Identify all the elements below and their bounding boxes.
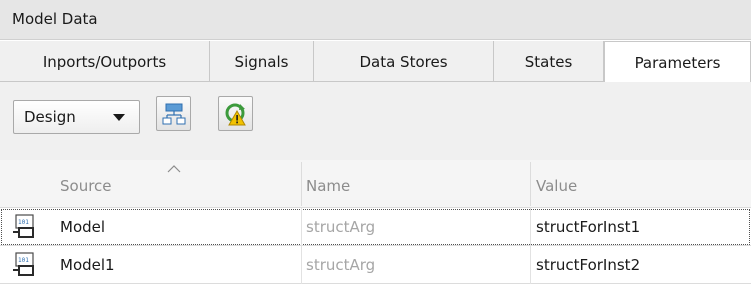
name-cell: structArg bbox=[306, 256, 376, 274]
cell-divider bbox=[301, 208, 302, 246]
cell-divider bbox=[530, 246, 531, 284]
tab-states[interactable]: States bbox=[494, 41, 604, 82]
value-cell[interactable]: structForInst1 bbox=[536, 208, 640, 246]
svg-text:101: 101 bbox=[18, 257, 29, 264]
column-divider[interactable] bbox=[530, 162, 531, 206]
refresh-warning-icon bbox=[225, 103, 246, 126]
window-title: Model Data bbox=[12, 10, 98, 28]
refresh-button[interactable] bbox=[218, 96, 253, 131]
value-cell[interactable]: structForInst2 bbox=[536, 246, 640, 284]
name-cell: structArg bbox=[306, 218, 376, 236]
view-select-value: Design bbox=[24, 108, 76, 126]
view-select-dropdown[interactable]: Design bbox=[13, 100, 140, 134]
column-header-value[interactable]: Value bbox=[536, 160, 577, 208]
column-header-name[interactable]: Name bbox=[306, 160, 350, 208]
sort-ascending-icon[interactable] bbox=[167, 165, 181, 173]
parameters-table: Source Name Value 101 Model structArg st… bbox=[0, 160, 751, 297]
svg-text:101: 101 bbox=[18, 219, 29, 226]
table-row[interactable]: 101 Model1 structArg structForInst2 bbox=[0, 246, 751, 284]
column-divider[interactable] bbox=[301, 162, 302, 206]
model-block-icon: 101 bbox=[13, 214, 34, 238]
hierarchy-button[interactable] bbox=[156, 96, 191, 131]
tab-data-stores[interactable]: Data Stores bbox=[314, 41, 494, 82]
cell-divider bbox=[530, 208, 531, 246]
toolbar: Design bbox=[0, 82, 751, 160]
table-row[interactable]: 101 Model structArg structForInst1 bbox=[0, 208, 751, 246]
column-header-source[interactable]: Source bbox=[60, 160, 112, 208]
tab-signals[interactable]: Signals bbox=[210, 41, 314, 82]
table-header: Source Name Value bbox=[0, 160, 751, 208]
tab-inports-outports[interactable]: Inports/Outports bbox=[0, 41, 210, 82]
cell-divider bbox=[301, 246, 302, 284]
source-cell: Model bbox=[60, 218, 106, 236]
model-block-icon: 101 bbox=[13, 252, 34, 276]
window-title-bar: Model Data bbox=[0, 0, 751, 40]
tab-strip: Inports/Outports Signals Data Stores Sta… bbox=[0, 41, 751, 83]
source-cell: Model1 bbox=[60, 256, 115, 274]
chevron-down-icon bbox=[113, 114, 125, 121]
tab-parameters[interactable]: Parameters bbox=[604, 41, 751, 83]
hierarchy-icon bbox=[162, 103, 186, 125]
